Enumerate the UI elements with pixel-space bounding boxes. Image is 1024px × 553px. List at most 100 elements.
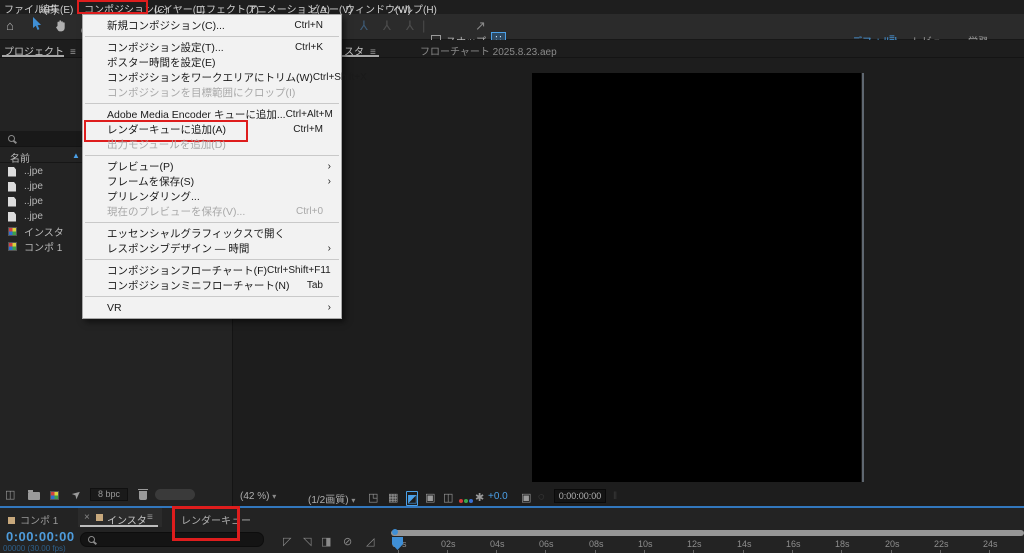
menu-help[interactable]: ヘルプ(H) [393, 1, 437, 16]
menu-item[interactable] [83, 293, 341, 300]
menu-item[interactable] [83, 219, 341, 226]
ruler-tick: 06s [539, 539, 554, 553]
axis-tool-icon-1[interactable]: ⅄ [360, 18, 368, 34]
quality-dropdown[interactable]: (1/2画質) ▾ [308, 491, 355, 506]
timeline-search-input[interactable] [80, 532, 264, 547]
home-icon[interactable]: ⌂ [6, 18, 14, 33]
menu-item[interactable]: フレームを保存(S) › [83, 174, 341, 189]
snapshot-camera-icon[interactable]: ▣ [521, 491, 531, 504]
composition-viewer[interactable] [532, 73, 861, 482]
item-name: インスタ [24, 224, 64, 239]
mini-flowchart-icon[interactable]: ◸ [283, 535, 291, 548]
shear-tool-icon[interactable]: ↗ [475, 18, 486, 34]
selection-tool-icon[interactable] [31, 17, 41, 35]
show-snapshot-icon[interactable]: ◌ [538, 491, 545, 503]
close-icon[interactable]: × [84, 512, 90, 523]
send-icon[interactable]: ➤ [69, 487, 84, 503]
search-icon [8, 135, 15, 142]
menu-item[interactable] [83, 256, 341, 263]
frame-counter: 00000 (30.00 fps) [3, 544, 66, 553]
axis-tool-icon-2[interactable]: ⅄ [383, 18, 391, 34]
menu-item[interactable]: VR › [83, 300, 341, 315]
graph-editor-icon[interactable]: ◿ [366, 535, 374, 548]
region-of-interest-icon[interactable]: ◩ [406, 491, 418, 506]
tab-comp1[interactable]: コンポ 1 [8, 512, 58, 527]
menu-item[interactable]: ポスター時間を設定(E) [83, 55, 341, 70]
new-composition-icon[interactable] [50, 491, 59, 500]
menu-item[interactable]: レンダーキューに追加(A) Ctrl+M [83, 122, 341, 137]
menu-edit[interactable]: 編集(E) [40, 1, 73, 16]
transparency-grid-icon[interactable]: ▣ [425, 491, 435, 504]
motion-blur-icon[interactable]: ⊘ [343, 535, 352, 548]
menu-item[interactable]: コンポジションフローチャート(F) Ctrl+Shift+F11 [83, 263, 341, 278]
viewer-scrollbar[interactable] [862, 73, 864, 482]
comp-color-swatch [8, 517, 15, 524]
ruler-tick: 08s [589, 539, 604, 553]
composition-icon [8, 242, 17, 251]
menu-shortcut: Ctrl+Shift+F11 [267, 265, 331, 276]
time-navigator-bar[interactable] [391, 530, 1024, 536]
trash-icon[interactable] [139, 491, 147, 500]
name-column-label: 名前 [10, 150, 30, 165]
menu-shortcut: Ctrl+M [293, 124, 323, 135]
menu-item[interactable]: レスポンシブデザイン — 時間 › [83, 241, 341, 256]
interpret-footage-icon[interactable]: ◫ [5, 488, 15, 501]
panel-menu-icon[interactable]: ≡ [147, 512, 153, 523]
grid-guides-icon[interactable]: ▦ [388, 491, 398, 504]
ruler-tick: 20s [885, 539, 900, 553]
menu-item[interactable]: プリレンダリング... [83, 189, 341, 204]
sort-ascending-icon[interactable]: ▲ [72, 151, 80, 160]
search-icon [88, 536, 95, 543]
timeline-panel: コンポ 1 × インスタ ≡ レンダーキュー 0:00:00:00 00000 … [0, 508, 1024, 553]
ruler-tick: 22s [934, 539, 949, 553]
bit-depth-button[interactable]: 8 bpc [90, 488, 128, 501]
comp-color-swatch [96, 514, 103, 521]
menu-item[interactable]: 新規コンポジション(C)... Ctrl+N [83, 18, 341, 33]
submenu-arrow-icon: › [328, 161, 331, 172]
mask-visibility-icon[interactable]: ◫ [443, 491, 453, 504]
panel-menu-icon[interactable]: ≡ [70, 47, 76, 58]
menu-item[interactable]: 現在のプレビューを保存(V)... Ctrl+0 [83, 204, 341, 219]
menu-item[interactable]: コンポジションを目標範囲にクロップ(I) [83, 85, 341, 100]
axis-tool-icon-3[interactable]: ⅄ [406, 18, 414, 34]
work-area-start-handle[interactable] [392, 529, 398, 535]
current-timecode[interactable]: 0:00:00:00 [6, 529, 75, 544]
file-icon [8, 197, 16, 207]
ruler-tick: 16s [786, 539, 801, 553]
ruler-tick: 24s [983, 539, 998, 553]
frame-blend-icon[interactable]: ◨ [321, 535, 331, 548]
tab-flowchart[interactable]: フローチャート 2025.8.23.aep [420, 43, 557, 58]
menu-item[interactable] [83, 152, 341, 159]
chevron-down-icon: ▾ [272, 492, 276, 501]
after-effects-window: ファイル(F) 編集(E) コンポジション(C) レイヤー(L) エフェクト(T… [0, 0, 1024, 553]
composition-dropdown-menu: 新規コンポジション(C)... Ctrl+N コンポジション設定(T)... C… [82, 14, 342, 319]
menu-shortcut: Ctrl+0 [296, 206, 323, 217]
submenu-arrow-icon: › [328, 243, 331, 254]
ruler-tick: 02s [441, 539, 456, 553]
menu-item[interactable] [83, 100, 341, 107]
menu-item[interactable]: エッセンシャルグラフィックスで開く [83, 226, 341, 241]
ruler-tick: 12s [687, 539, 702, 553]
menu-item[interactable]: コンポジション設定(T)... Ctrl+K [83, 40, 341, 55]
composition-panel-footer: (42 %) ▾ (1/2画質) ▾ ◳ ▦ ◩ ▣ ◫ ✱ +0.0 ▣ ◌ … [233, 489, 1024, 506]
menu-item[interactable]: コンポジションをワークエリアにトリム(W) Ctrl+Shift+X [83, 70, 341, 85]
tab-render-queue[interactable]: レンダーキュー [181, 512, 251, 527]
exposure-value[interactable]: +0.0 [488, 491, 508, 502]
view-options-icon[interactable]: ◳ [368, 491, 378, 504]
menu-item[interactable]: Adobe Media Encoder キューに追加... Ctrl+Alt+M [83, 107, 341, 122]
menu-item[interactable]: 出力モジュールを追加(D) [83, 137, 341, 152]
chevron-down-icon: ▾ [351, 496, 355, 505]
exposure-icon[interactable]: ✱ [475, 491, 484, 504]
menu-item[interactable] [83, 33, 341, 40]
footer-pill-control[interactable] [155, 489, 195, 500]
draft-3d-icon[interactable]: ◹ [303, 535, 311, 548]
menu-item[interactable]: コンポジションミニフローチャート(N) Tab [83, 278, 341, 293]
menu-item[interactable]: プレビュー(P) › [83, 159, 341, 174]
channel-icon[interactable] [459, 495, 474, 506]
hand-tool-icon[interactable] [55, 19, 67, 35]
preview-timecode[interactable]: 0:00:00:00 [554, 489, 606, 503]
file-icon [8, 182, 16, 192]
new-folder-icon[interactable] [28, 492, 40, 500]
zoom-level-dropdown[interactable]: (42 %) ▾ [240, 491, 276, 502]
ruler-tick: 04s [490, 539, 505, 553]
